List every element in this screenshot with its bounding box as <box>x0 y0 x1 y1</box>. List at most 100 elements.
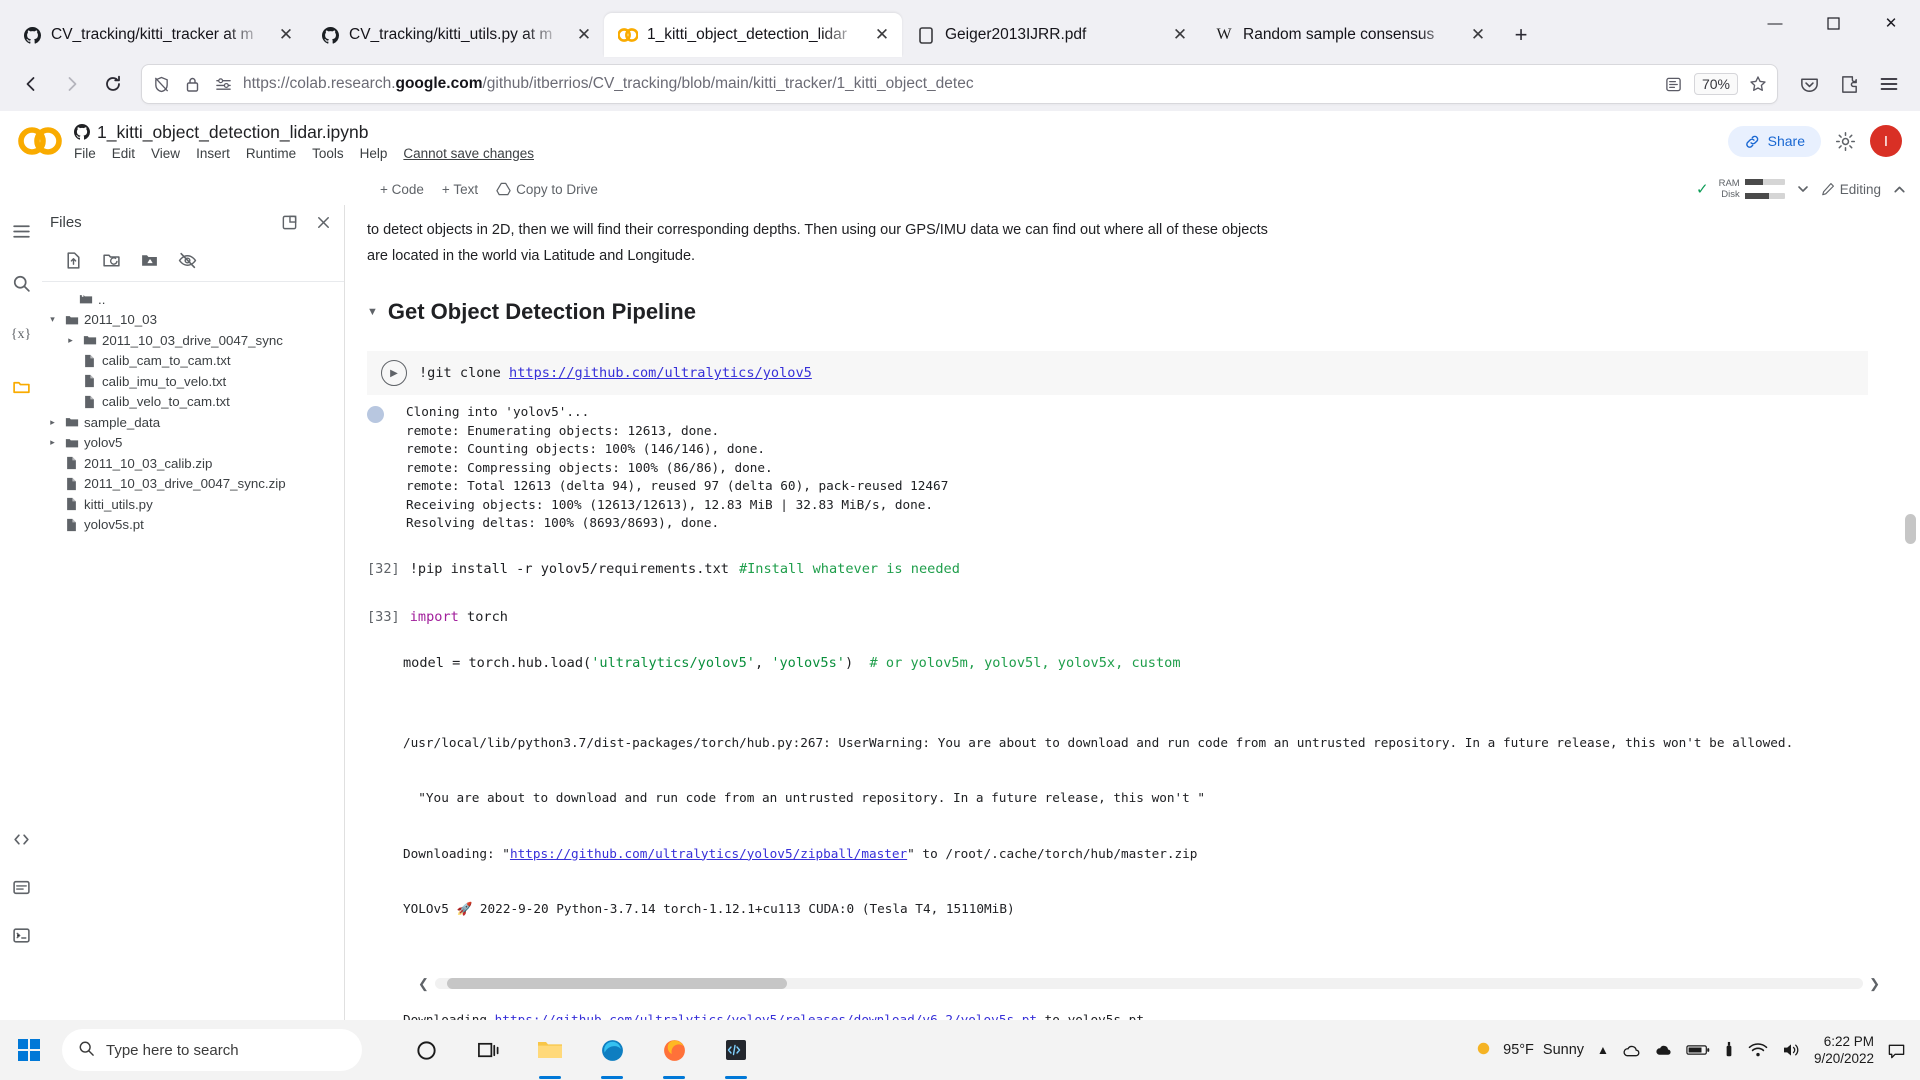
terminal-icon[interactable] <box>8 922 34 948</box>
code-cell-import-torch[interactable]: ✓ [33] import torch model = torch.hub.lo… <box>345 607 1868 1021</box>
code-cell-pip-install[interactable]: ✓ [32] !pip install -r yolov5/requiremen… <box>345 559 1868 579</box>
browser-tab-4[interactable]: Geiger2013IJRR.pdf ✕ <box>902 13 1200 57</box>
start-button[interactable] <box>0 1020 58 1080</box>
notebook-content[interactable]: to detect objects in 2D, then we will fi… <box>345 205 1898 1020</box>
editing-mode-button[interactable]: Editing <box>1821 182 1881 197</box>
menu-edit[interactable]: Edit <box>112 146 135 161</box>
back-button[interactable] <box>12 65 50 103</box>
tree-item[interactable]: ▸ yolov5 <box>42 433 344 454</box>
cloud-icon[interactable] <box>1654 1041 1673 1060</box>
tree-item[interactable]: calib_imu_to_velo.txt <box>42 371 344 392</box>
taskbar-clock[interactable]: 6:22 PM 9/20/2022 <box>1814 1033 1874 1067</box>
commands-icon[interactable] <box>8 874 34 900</box>
volume-icon[interactable] <box>1781 1041 1801 1059</box>
maximize-button[interactable] <box>1804 0 1862 46</box>
tree-item[interactable]: ▸ 2011_10_03_drive_0047_sync <box>42 330 344 351</box>
twisty[interactable]: ▸ <box>46 417 59 428</box>
bookmark-star-icon[interactable] <box>1747 73 1769 95</box>
horizontal-scroll-thumb[interactable] <box>446 978 787 989</box>
share-button[interactable]: Share <box>1727 125 1821 157</box>
file-explorer-icon[interactable] <box>530 1030 570 1070</box>
lock-icon[interactable] <box>181 73 203 95</box>
menu-view[interactable]: View <box>151 146 180 161</box>
cannot-save-label[interactable]: Cannot save changes <box>403 146 534 161</box>
taskbar-search-box[interactable]: Type here to search <box>62 1029 362 1071</box>
scroll-left-arrow-icon[interactable]: ❮ <box>418 976 429 992</box>
close-icon[interactable]: ✕ <box>870 23 894 47</box>
avatar[interactable]: I <box>1870 125 1902 157</box>
shield-off-icon[interactable] <box>150 73 172 95</box>
battery-icon[interactable] <box>1686 1043 1710 1057</box>
chevron-down-icon[interactable] <box>1795 181 1811 197</box>
refresh-folder-icon[interactable] <box>98 247 124 273</box>
wifi-icon[interactable] <box>1748 1042 1768 1058</box>
edge-icon[interactable] <box>592 1030 632 1070</box>
tree-item[interactable]: kitti_utils.py <box>42 494 344 515</box>
copy-to-drive-button[interactable]: Copy to Drive <box>496 182 598 197</box>
mount-drive-icon[interactable] <box>136 247 162 273</box>
firefox-icon[interactable] <box>654 1030 694 1070</box>
twisty-expanded[interactable]: ▾ <box>46 314 59 325</box>
browser-tab-3-active[interactable]: 1_kitti_object_detection_lidar ✕ <box>604 13 902 57</box>
collapse-caret-icon[interactable]: ▼ <box>367 306 378 318</box>
twisty[interactable]: ▸ <box>64 335 77 346</box>
run-cell-button[interactable]: ▶ <box>381 360 407 386</box>
cortana-icon[interactable] <box>406 1030 446 1070</box>
tree-item[interactable]: 2011_10_03_calib.zip <box>42 453 344 474</box>
section-heading[interactable]: ▼ Get Object Detection Pipeline <box>345 269 1868 333</box>
scroll-right-arrow-icon[interactable]: ❯ <box>1869 976 1880 992</box>
tree-item[interactable]: ▸ sample_data <box>42 412 344 433</box>
hide-hidden-icon[interactable] <box>174 247 200 273</box>
zoom-level[interactable]: 70% <box>1693 73 1738 95</box>
close-icon[interactable]: ✕ <box>274 23 298 47</box>
forward-button[interactable] <box>53 65 91 103</box>
close-window-button[interactable]: ✕ <box>1862 0 1920 46</box>
browser-tab-2[interactable]: CV_tracking/kitti_utils.py at m ✕ <box>306 13 604 57</box>
url-bar[interactable]: https://colab.research.google.com/github… <box>141 64 1778 104</box>
pocket-icon[interactable] <box>1790 65 1828 103</box>
close-icon[interactable]: ✕ <box>572 23 596 47</box>
weights-url[interactable]: https://github.com/ultralytics/yolov5/re… <box>495 1012 1037 1021</box>
usb-icon[interactable] <box>1723 1041 1735 1060</box>
reload-button[interactable] <box>94 65 132 103</box>
code-input-area[interactable]: ▶ !git clone https://github.com/ultralyt… <box>367 351 1868 395</box>
close-icon[interactable]: ✕ <box>1466 23 1490 47</box>
menu-help[interactable]: Help <box>360 146 388 161</box>
collapse-toolbar-icon[interactable] <box>1891 181 1908 198</box>
variables-icon[interactable]: {x} <box>8 322 34 348</box>
add-code-cell-button[interactable]: + Code <box>380 182 424 197</box>
task-view-icon[interactable] <box>468 1030 508 1070</box>
toc-icon[interactable] <box>8 218 34 244</box>
close-panel-icon[interactable] <box>310 209 336 235</box>
menu-tools[interactable]: Tools <box>312 146 344 161</box>
search-icon[interactable] <box>8 270 34 296</box>
tree-item[interactable]: 2011_10_03_drive_0047_sync.zip <box>42 474 344 495</box>
extensions-icon[interactable] <box>1830 65 1868 103</box>
menu-file[interactable]: File <box>74 146 96 161</box>
menu-insert[interactable]: Insert <box>196 146 230 161</box>
app-menu-icon[interactable] <box>1870 65 1908 103</box>
zipball-url[interactable]: https://github.com/ultralytics/yolov5/zi… <box>510 846 907 861</box>
twisty[interactable]: ▸ <box>46 437 59 448</box>
code-icon[interactable] <box>716 1030 756 1070</box>
add-text-cell-button[interactable]: + Text <box>442 182 478 197</box>
horizontal-scrollbar[interactable]: ❮ ❯ <box>418 975 1880 992</box>
vertical-scrollbar[interactable] <box>1905 228 1916 998</box>
notebook-title-row[interactable]: 1_kitti_object_detection_lidar.ipynb <box>74 122 534 143</box>
onedrive-icon[interactable] <box>1622 1041 1641 1060</box>
menu-runtime[interactable]: Runtime <box>246 146 296 161</box>
tree-item[interactable]: .. <box>42 289 344 310</box>
close-icon[interactable]: ✕ <box>1168 23 1192 47</box>
horizontal-scroll-track[interactable] <box>434 978 1864 989</box>
open-in-new-icon[interactable] <box>276 209 302 235</box>
minimize-button[interactable]: — <box>1746 0 1804 46</box>
reader-view-icon[interactable] <box>1663 73 1685 95</box>
code-cell-git-clone[interactable]: ✓ ▶ !git clone https://github.com/ultral… <box>345 351 1868 533</box>
tree-item[interactable]: ▾ 2011_10_03 <box>42 310 344 331</box>
browser-tab-1[interactable]: CV_tracking/kitti_tracker at m ✕ <box>8 13 306 57</box>
settings-gear-icon[interactable] <box>1835 131 1856 152</box>
browser-tab-5[interactable]: W Random sample consensus ✕ <box>1200 13 1498 57</box>
tree-item[interactable]: calib_velo_to_cam.txt <box>42 392 344 413</box>
vertical-scroll-thumb[interactable] <box>1905 514 1916 544</box>
new-tab-button[interactable]: + <box>1504 18 1538 52</box>
